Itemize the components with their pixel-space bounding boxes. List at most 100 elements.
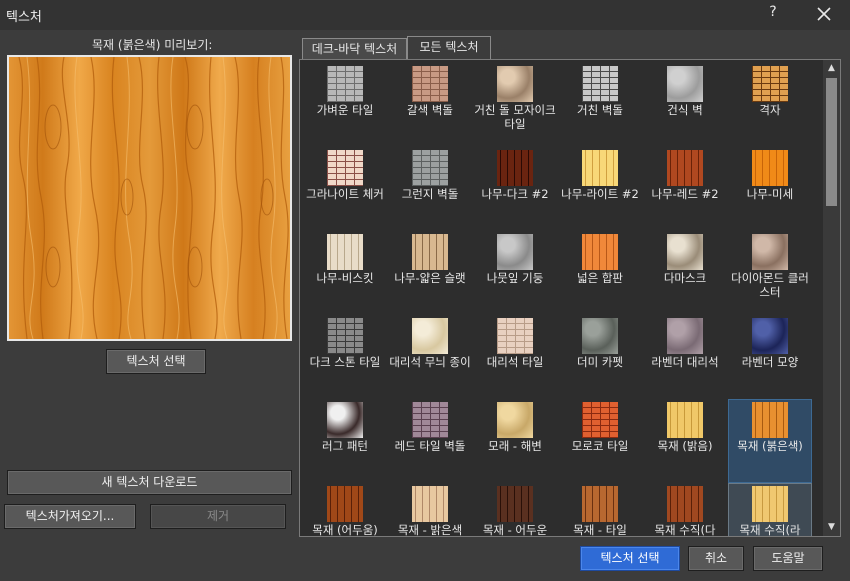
drywall-icon <box>667 66 703 102</box>
texture-item[interactable]: 건식 벽 <box>643 63 727 147</box>
help-icon[interactable]: ? <box>766 4 780 20</box>
texture-label: 목재 - 어두운 <box>482 523 548 537</box>
texture-item[interactable]: 모래 - 해변 <box>473 399 557 483</box>
texture-item[interactable]: 목재 - 타일 <box>558 483 642 537</box>
texture-label: 그런지 벽돌 <box>401 187 459 201</box>
texture-item[interactable]: 나무-비스킷 <box>303 231 387 315</box>
texture-item[interactable]: 나무-얇은 슬랫 <box>388 231 472 315</box>
texture-item[interactable]: 나무-미세 <box>728 147 812 231</box>
texture-label: 격자 <box>759 103 781 117</box>
texture-label: 나무-레드 #2 <box>651 187 719 201</box>
close-icon[interactable] <box>812 3 836 25</box>
rug-pattern-icon <box>327 402 363 438</box>
tab-deck-floor-textures[interactable]: 데크-바닥 텍스처 <box>302 38 407 60</box>
texture-item[interactable]: 목재 수직(라 <box>728 483 812 537</box>
texture-item[interactable]: 대리석 무늬 종이 <box>388 315 472 399</box>
texture-item[interactable]: 나무-다크 #2 <box>473 147 557 231</box>
texture-item[interactable]: 격자 <box>728 63 812 147</box>
remove-button[interactable]: 제거 <box>150 504 286 529</box>
texture-item[interactable]: 나뭇잎 기둥 <box>473 231 557 315</box>
texture-item[interactable]: 나무-레드 #2 <box>643 147 727 231</box>
moroccan-tile-icon <box>582 402 618 438</box>
texture-item[interactable]: 대리석 타일 <box>473 315 557 399</box>
texture-label: 그라나이트 체커 <box>306 187 384 201</box>
texture-label: 나무-다크 #2 <box>481 187 549 201</box>
preview-label: 목재 (붉은색) 미리보기: <box>92 38 213 52</box>
texture-label: 러그 패턴 <box>322 439 368 453</box>
texture-item[interactable]: 목재 - 어두운 <box>473 483 557 537</box>
texture-label: 다이아몬드 클러스터 <box>731 271 809 299</box>
texture-label: 레드 타일 벽돌 <box>394 439 466 453</box>
wood-thin-slat-icon <box>412 234 448 270</box>
wood-dark-icon <box>497 150 533 186</box>
texture-item[interactable]: 러그 패턴 <box>303 399 387 483</box>
import-texture-button[interactable]: 텍스처가져오기... <box>4 504 136 529</box>
wood-bright-icon <box>667 402 703 438</box>
texture-label: 갈색 벽돌 <box>407 103 453 117</box>
lavender-pattern-icon <box>752 318 788 354</box>
texture-label: 목재 (밝음) <box>657 439 713 453</box>
texture-label: 나무-미세 <box>746 187 794 201</box>
texture-label: 가벼운 타일 <box>316 103 374 117</box>
texture-item[interactable]: 넓은 합판 <box>558 231 642 315</box>
download-new-texture-button[interactable]: 새 텍스처 다운로드 <box>7 470 292 495</box>
rough-brick-icon <box>582 66 618 102</box>
texture-item[interactable]: 가벼운 타일 <box>303 63 387 147</box>
confirm-select-texture-button[interactable]: 텍스처 선택 <box>580 546 680 571</box>
texture-item[interactable]: 그런지 벽돌 <box>388 147 472 231</box>
wide-plywood-icon <box>582 234 618 270</box>
texture-label: 나무-얇은 슬랫 <box>394 271 466 285</box>
texture-item[interactable]: 그라나이트 체커 <box>303 147 387 231</box>
window-title: 텍스처 <box>6 10 42 25</box>
texture-label: 대리석 타일 <box>486 355 544 369</box>
texture-item[interactable]: 갈색 벽돌 <box>388 63 472 147</box>
texture-item[interactable]: 라벤더 모양 <box>728 315 812 399</box>
help-button[interactable]: 도움말 <box>753 546 823 571</box>
texture-item[interactable]: 목재 (붉은색) <box>728 399 812 483</box>
select-texture-button[interactable]: 텍스처 선택 <box>106 349 206 374</box>
damask-icon <box>667 234 703 270</box>
vertical-scrollbar[interactable]: ▲ ▼ <box>823 60 840 536</box>
texture-item[interactable]: 다이아몬드 클러스터 <box>728 231 812 315</box>
texture-label: 다마스크 <box>663 271 707 285</box>
texture-label: 모로코 타일 <box>571 439 629 453</box>
texture-label: 목재 - 타일 <box>573 523 627 537</box>
texture-label: 목재 수직(라 <box>739 523 801 537</box>
marble-paper-icon <box>412 318 448 354</box>
texture-label: 다크 스톤 타일 <box>309 355 381 369</box>
scroll-up-icon[interactable]: ▲ <box>823 60 840 77</box>
texture-item[interactable]: 나무-라이트 #2 <box>558 147 642 231</box>
texture-label: 거친 돌 모자이크 타일 <box>474 103 556 131</box>
texture-item[interactable]: 다마스크 <box>643 231 727 315</box>
wood-tile-icon <box>582 486 618 522</box>
texture-item[interactable]: 모로코 타일 <box>558 399 642 483</box>
cancel-button[interactable]: 취소 <box>688 546 744 571</box>
texture-label: 건식 벽 <box>667 103 703 117</box>
texture-item[interactable]: 거친 돌 모자이크 타일 <box>473 63 557 147</box>
texture-item[interactable]: 거친 벽돌 <box>558 63 642 147</box>
texture-item[interactable]: 목재 수직(다 <box>643 483 727 536</box>
wood-dark-2-icon <box>327 486 363 522</box>
texture-item[interactable]: 목재 (어두움) <box>303 483 387 537</box>
texture-item[interactable]: 더미 카펫 <box>558 315 642 399</box>
texture-label: 라벤더 대리석 <box>651 355 719 369</box>
scroll-down-icon[interactable]: ▼ <box>823 519 840 536</box>
texture-item[interactable]: 레드 타일 벽돌 <box>388 399 472 483</box>
texture-item[interactable]: 다크 스톤 타일 <box>303 315 387 399</box>
texture-label: 나뭇잎 기둥 <box>486 271 544 285</box>
texture-label: 목재 - 밝은색 <box>397 523 463 537</box>
scrollbar-thumb[interactable] <box>826 78 837 206</box>
texture-label: 대리석 무늬 종이 <box>389 355 471 369</box>
texture-label: 목재 (어두움) <box>312 523 378 537</box>
wood-light-icon <box>582 150 618 186</box>
texture-preview <box>7 55 292 341</box>
granite-checker-icon <box>327 150 363 186</box>
texture-item[interactable]: 목재 - 밝은색 <box>388 483 472 537</box>
texture-label: 나무-라이트 #2 <box>561 187 639 201</box>
texture-item[interactable]: 목재 (밝음) <box>643 399 727 483</box>
lattice-icon <box>752 66 788 102</box>
tab-all-textures[interactable]: 모든 텍스처 <box>407 36 491 60</box>
texture-item[interactable]: 라벤더 대리석 <box>643 315 727 399</box>
dummy-carpet-icon <box>582 318 618 354</box>
brown-brick-icon <box>412 66 448 102</box>
